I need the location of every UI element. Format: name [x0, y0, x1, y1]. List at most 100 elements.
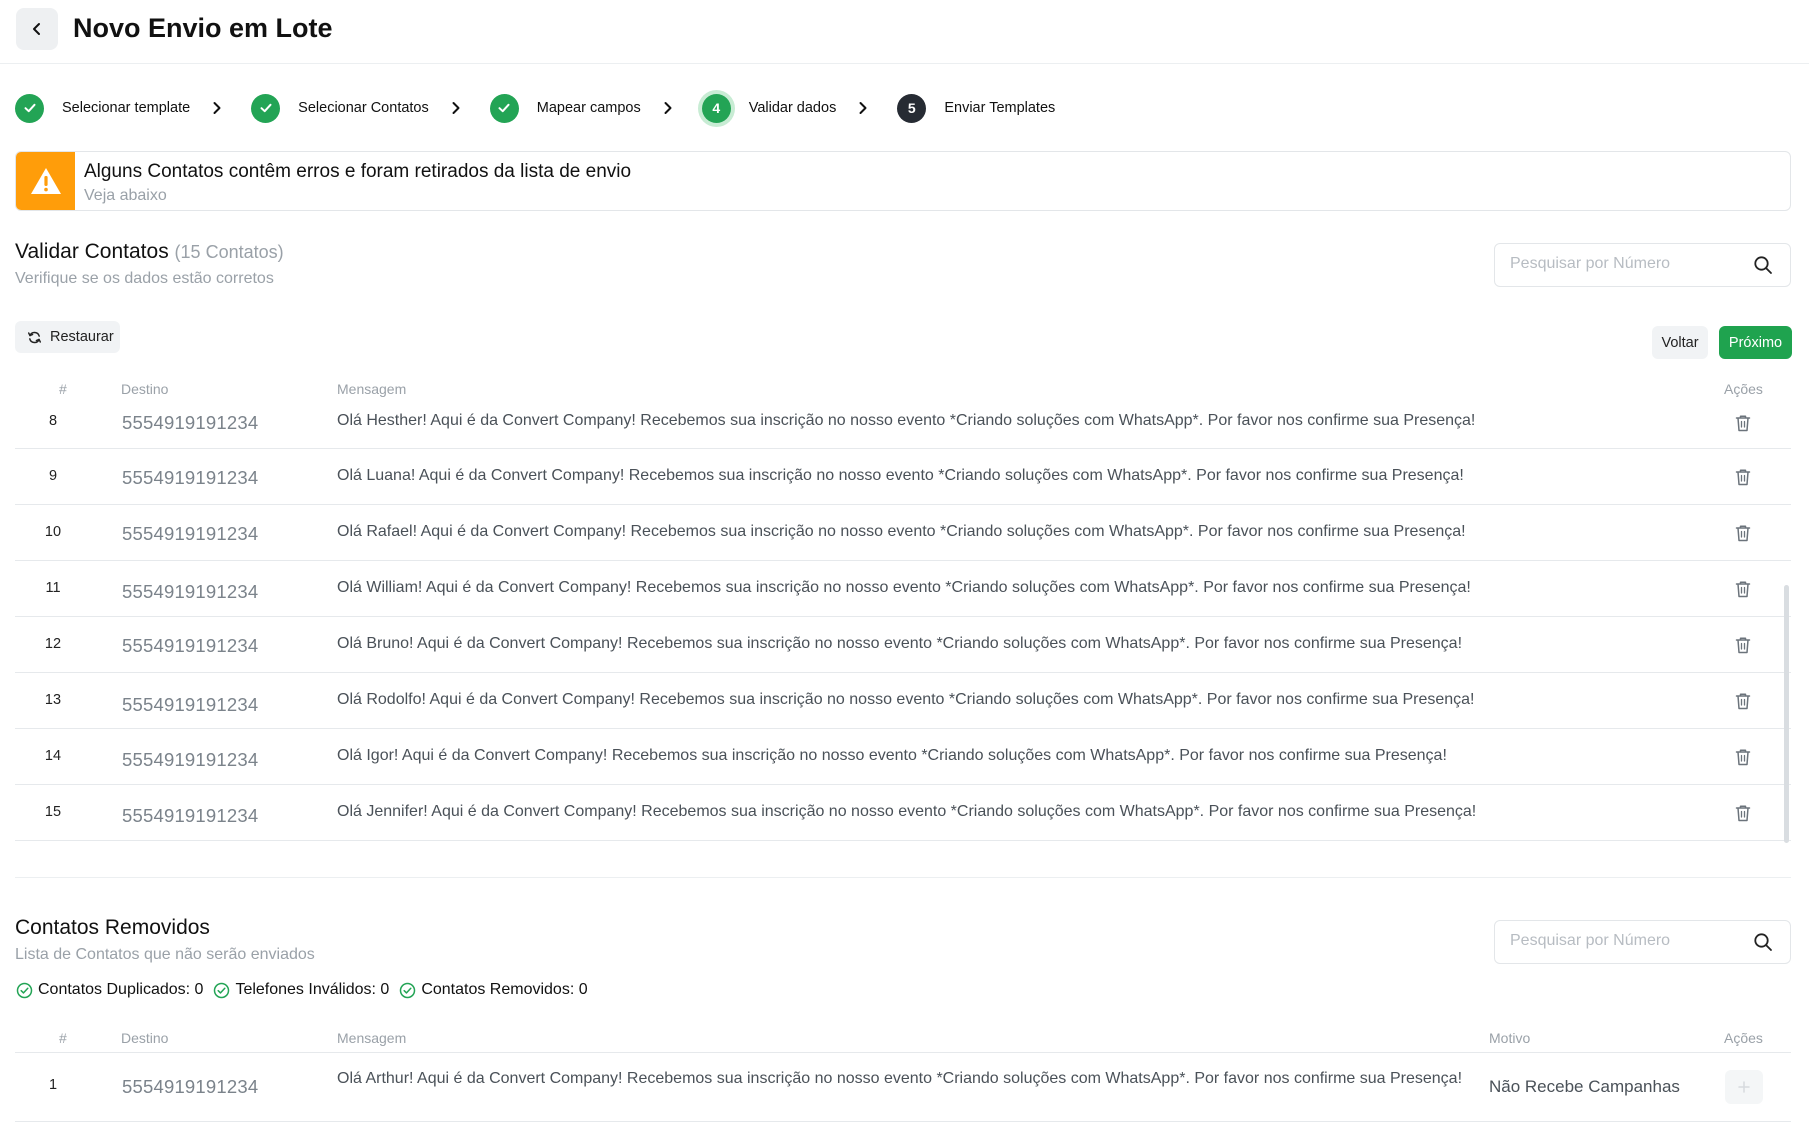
step-label: Selecionar template — [62, 100, 191, 116]
section-divider — [15, 877, 1791, 878]
section-title: Validar Contatos (15 Contatos) — [15, 240, 284, 264]
row-mensagem: Olá Igor! Aqui é da Convert Company! Rec… — [337, 747, 1447, 764]
stepper: Selecionar template Selecionar Contatos … — [15, 92, 1055, 124]
table-scrollbar[interactable] — [1784, 585, 1789, 843]
alert-title: Alguns Contatos contêm erros e foram ret… — [84, 161, 632, 182]
row-number: 12 — [44, 636, 62, 652]
row-mensagem: Olá William! Aqui é da Convert Company! … — [337, 579, 1471, 596]
row-number: 1 — [48, 1077, 58, 1093]
trash-icon[interactable] — [1735, 804, 1751, 827]
step-send-templates: 5 Enviar Templates — [897, 93, 1055, 123]
next-step-button[interactable]: Próximo — [1719, 326, 1792, 359]
step-label: Selecionar Contatos — [298, 100, 429, 116]
validate-title: Validar Contatos — [15, 240, 169, 263]
back-step-button[interactable]: Voltar — [1652, 326, 1708, 359]
back-button[interactable] — [16, 8, 58, 50]
table-row: 13 5554919191234 Olá Rodolfo! Aqui é da … — [15, 673, 1791, 729]
table-header: # Destino Mensagem Ações — [15, 374, 1791, 404]
removed-search-field[interactable] — [1494, 920, 1791, 964]
check-circle-icon — [214, 982, 230, 998]
row-mensagem: Olá Rafael! Aqui é da Convert Company! R… — [337, 523, 1466, 540]
search-input[interactable] — [1510, 255, 1740, 273]
step-number: 5 — [897, 93, 927, 123]
removed-subtitle: Lista de Contatos que não serão enviados — [15, 946, 315, 963]
search-icon[interactable] — [1753, 255, 1773, 280]
step-label: Validar dados — [748, 100, 837, 116]
plus-icon — [1738, 1081, 1750, 1093]
chevron-left-icon — [33, 23, 40, 35]
check-icon — [15, 93, 44, 123]
refresh-icon — [27, 331, 42, 343]
search-icon[interactable] — [1753, 932, 1773, 957]
step-validate-data: 4 Validar dados — [701, 93, 898, 123]
row-number: 15 — [44, 804, 62, 820]
step-select-contacts: Selecionar Contatos — [251, 93, 490, 123]
row-mensagem: Olá Hesther! Aqui é da Convert Company! … — [337, 412, 1476, 429]
table-row: 14 5554919191234 Olá Igor! Aqui é da Con… — [15, 729, 1791, 785]
col-num: # — [59, 1030, 67, 1046]
row-destino: 5554919191234 — [122, 805, 259, 826]
contacts-count: (15 Contatos) — [174, 242, 284, 262]
row-mensagem: Olá Jennifer! Aqui é da Convert Company!… — [337, 803, 1477, 820]
row-number: 13 — [44, 692, 62, 708]
row-destino: 5554919191234 — [122, 467, 259, 488]
stat-removed-label: Contatos Removidos: 0 — [421, 981, 588, 998]
trash-icon[interactable] — [1735, 748, 1751, 771]
warning-icon — [16, 152, 75, 210]
table-row: 8 5554919191234 Olá Hesther! Aqui é da C… — [15, 401, 1791, 449]
section-subtitle: Verifique se os dados estão corretos — [15, 270, 274, 287]
row-destino: 5554919191234 — [122, 523, 259, 544]
restore-row-button[interactable] — [1725, 1070, 1763, 1104]
row-motivo: Não Recebe Campanhas — [1489, 1077, 1680, 1096]
restore-label: Restaurar — [50, 329, 114, 345]
trash-icon[interactable] — [1735, 524, 1751, 547]
row-number: 9 — [48, 468, 58, 484]
page-title: Novo Envio em Lote — [73, 13, 333, 43]
col-motivo: Motivo — [1489, 1030, 1531, 1046]
row-destino: 5554919191234 — [122, 581, 259, 602]
removed-table-header: # Destino Mensagem Motivo Ações — [15, 1023, 1791, 1053]
stat-duplicated: Contatos Duplicados: 0 — [16, 981, 203, 999]
row-mensagem: Olá Luana! Aqui é da Convert Company! Re… — [337, 467, 1464, 484]
step-number: 4 — [701, 93, 731, 123]
alert-subtitle: Veja abaixo — [84, 187, 167, 204]
trash-icon[interactable] — [1735, 636, 1751, 659]
row-destino: 5554919191234 — [122, 694, 259, 715]
table-row: 1 5554919191234 Olá Arthur! Aqui é da Co… — [15, 1053, 1791, 1122]
col-destino: Destino — [121, 1030, 169, 1046]
row-mensagem: Olá Bruno! Aqui é da Convert Company! Re… — [337, 635, 1463, 652]
restore-button[interactable]: Restaurar — [15, 321, 120, 353]
col-acoes: Ações — [1724, 1030, 1763, 1046]
table-row: 15 5554919191234 Olá Jennifer! Aqui é da… — [15, 785, 1791, 841]
row-destino: 5554919191234 — [122, 635, 259, 656]
stat-invalid-label: Telefones Inválidos: 0 — [235, 981, 390, 998]
trash-icon[interactable] — [1735, 468, 1751, 491]
stat-invalid: Telefones Inválidos: 0 — [213, 981, 389, 999]
chevron-right-icon — [663, 101, 673, 115]
step-map-fields: Mapear campos — [489, 93, 702, 123]
table-row: 11 5554919191234 Olá William! Aqui é da … — [15, 561, 1791, 617]
trash-icon[interactable] — [1735, 580, 1751, 603]
removed-search-input[interactable] — [1510, 932, 1740, 950]
row-destino: 5554919191234 — [122, 1076, 259, 1097]
check-icon — [489, 93, 519, 123]
trash-icon[interactable] — [1735, 414, 1751, 437]
row-destino: 5554919191234 — [122, 412, 259, 433]
col-destino: Destino — [121, 381, 169, 397]
col-mensagem: Mensagem — [337, 1030, 407, 1046]
step-label: Mapear campos — [536, 100, 641, 116]
table-row: 10 5554919191234 Olá Rafael! Aqui é da C… — [15, 505, 1791, 561]
search-field[interactable] — [1494, 243, 1791, 287]
row-number: 10 — [44, 524, 62, 540]
check-circle-icon — [16, 982, 33, 998]
trash-icon[interactable] — [1735, 692, 1751, 715]
row-mensagem: Olá Rodolfo! Aqui é da Convert Company! … — [337, 691, 1475, 708]
row-number: 8 — [48, 413, 58, 429]
stat-duplicated-label: Contatos Duplicados: 0 — [38, 981, 204, 998]
row-destino: 5554919191234 — [122, 749, 259, 770]
table-row: 9 5554919191234 Olá Luana! Aqui é da Con… — [15, 449, 1791, 505]
removed-stats: Contatos Duplicados: 0 Telefones Inválid… — [16, 981, 598, 999]
row-number: 11 — [45, 580, 61, 596]
chevron-right-icon — [451, 101, 461, 115]
warning-alert: Alguns Contatos contêm erros e foram ret… — [15, 151, 1791, 211]
